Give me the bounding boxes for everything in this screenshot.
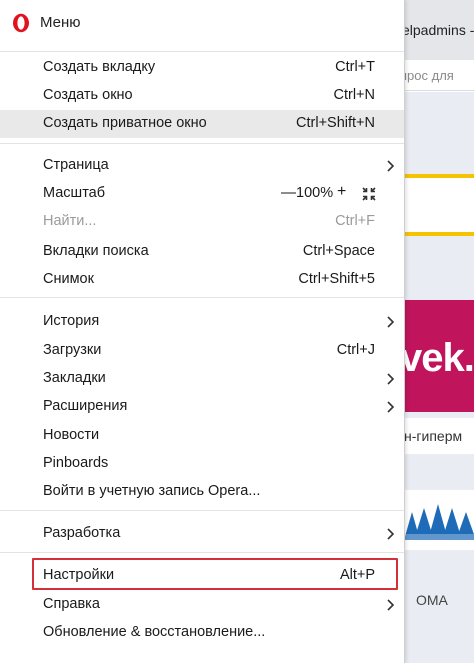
menu-item-label: Pinboards: [43, 455, 109, 471]
opera-main-menu: Меню Создать вкладку Ctrl+T Создать окно…: [0, 0, 405, 663]
chevron-right-icon: [387, 160, 395, 172]
menu-item-history[interactable]: История: [0, 308, 404, 336]
chevron-right-icon: [387, 401, 395, 413]
menu-divider: [0, 297, 404, 298]
background-panel: [404, 178, 474, 232]
background-text: н-гиперм: [404, 428, 463, 444]
menu-item-bookmarks[interactable]: Закладки: [0, 365, 404, 393]
menu-item-shortcut: Ctrl+T: [335, 59, 375, 75]
menu-item-extensions[interactable]: Расширения: [0, 393, 404, 421]
menu-item-snapshot[interactable]: Снимок Ctrl+Shift+5: [0, 266, 404, 294]
background-tab[interactable]: elpadmins -: [404, 0, 474, 60]
menu-item-label: Найти...: [43, 213, 97, 229]
menu-item-new-private-window[interactable]: Создать приватное окно Ctrl+Shift+N: [0, 110, 404, 138]
menu-item-downloads[interactable]: Загрузки Ctrl+J: [0, 337, 404, 365]
menu-item-shortcut: Ctrl+Shift+5: [298, 271, 375, 287]
opera-logo-icon: [13, 13, 29, 33]
menu-item-label: Разработка: [43, 525, 121, 541]
background-page: elpadmins - прос для vek.b н-гиперм OMA: [404, 0, 474, 663]
menu-item-label: Справка: [43, 596, 100, 612]
menu-header[interactable]: Меню: [0, 0, 404, 46]
menu-item-update-recovery[interactable]: Обновление & восстановление...: [0, 619, 404, 647]
menu-item-find[interactable]: Найти... Ctrl+F: [0, 208, 404, 236]
menu-item-shortcut: Ctrl+N: [333, 87, 376, 103]
background-tab-title: elpadmins -: [404, 22, 474, 38]
zoom-level: 100%: [296, 185, 334, 201]
menu-item-label: Создать приватное окно: [43, 115, 207, 131]
menu-item-pinboards[interactable]: Pinboards: [0, 450, 404, 478]
menu-item-label: Войти в учетную запись Opera...: [43, 483, 261, 499]
menu-divider: [0, 552, 404, 553]
menu-item-shortcut: Ctrl+Shift+N: [296, 115, 375, 131]
background-logo: [404, 490, 474, 550]
background-yellow-line: [404, 232, 474, 236]
background-search-placeholder: прос для: [404, 68, 454, 83]
menu-title: Меню: [40, 14, 81, 31]
fullscreen-icon[interactable]: [362, 187, 376, 201]
menu-item-label: Новости: [43, 427, 100, 443]
menu-item-shortcut: Ctrl+Space: [302, 243, 375, 259]
menu-item-label: Снимок: [43, 271, 94, 287]
menu-item-developer[interactable]: Разработка: [0, 520, 404, 548]
menu-item-help[interactable]: Справка: [0, 591, 404, 619]
background-banner-text: vek.b: [404, 336, 474, 380]
background-search-field[interactable]: прос для: [404, 60, 474, 91]
menu-item-new-tab[interactable]: Создать вкладку Ctrl+T: [0, 54, 404, 82]
menu-divider: [0, 510, 404, 511]
menu-divider: [0, 143, 404, 144]
menu-item-label: Страница: [43, 157, 109, 173]
menu-item-label: Расширения: [43, 398, 128, 414]
menu-item-news[interactable]: Новости: [0, 422, 404, 450]
menu-item-search-tabs[interactable]: Вкладки поиска Ctrl+Space: [0, 238, 404, 266]
menu-item-label: Обновление & восстановление...: [43, 624, 266, 640]
settings-highlight-box: [32, 558, 398, 590]
menu-item-label: История: [43, 313, 100, 329]
chevron-right-icon: [387, 316, 395, 328]
menu-item-label: Масштаб: [43, 185, 106, 201]
menu-item-shortcut: Ctrl+F: [335, 213, 375, 229]
menu-item-shortcut: Ctrl+J: [336, 342, 375, 358]
background-footer-text: OMA: [416, 592, 448, 608]
zoom-out-button[interactable]: —: [281, 184, 296, 201]
menu-item-zoom: Масштаб — 100% +: [0, 180, 404, 208]
menu-item-page[interactable]: Страница: [0, 152, 404, 180]
menu-divider: [0, 51, 404, 52]
zoom-in-button[interactable]: +: [337, 183, 346, 201]
menu-item-label: Создать вкладку: [43, 59, 156, 75]
menu-item-label: Создать окно: [43, 87, 133, 103]
menu-item-label: Вкладки поиска: [43, 243, 149, 259]
menu-item-label: Закладки: [43, 370, 106, 386]
chevron-right-icon: [387, 373, 395, 385]
menu-item-new-window[interactable]: Создать окно Ctrl+N: [0, 82, 404, 110]
menu-item-label: Загрузки: [43, 342, 102, 358]
chevron-right-icon: [387, 599, 395, 611]
menu-item-sign-in[interactable]: Войти в учетную запись Opera...: [0, 478, 404, 506]
chevron-right-icon: [387, 528, 395, 540]
